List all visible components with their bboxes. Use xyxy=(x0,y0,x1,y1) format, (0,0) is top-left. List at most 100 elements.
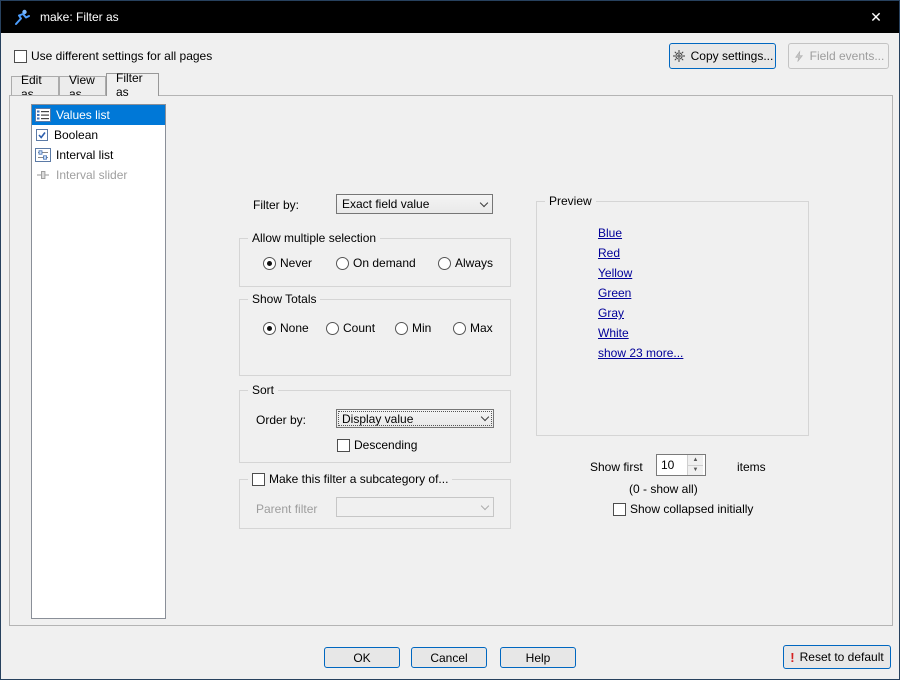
chevron-down-icon xyxy=(476,498,493,516)
radio-min[interactable]: Min xyxy=(395,321,431,335)
list-item-interval-slider[interactable]: Interval slider xyxy=(32,165,165,185)
field-events-button[interactable]: Field events... xyxy=(788,43,889,69)
show-first-spinner[interactable]: ▲ ▼ xyxy=(656,454,706,476)
parent-filter-combo[interactable] xyxy=(336,497,494,517)
preview-link-yellow[interactable]: Yellow xyxy=(598,263,683,283)
radio-count[interactable]: Count xyxy=(326,321,375,335)
spin-buttons: ▲ ▼ xyxy=(687,455,703,475)
show-first-input[interactable] xyxy=(657,455,687,475)
radio-circle xyxy=(263,257,276,270)
preview-link-red[interactable]: Red xyxy=(598,243,683,263)
reset-to-default-button[interactable]: ! Reset to default xyxy=(783,645,891,669)
reset-label: Reset to default xyxy=(800,650,884,664)
boolean-icon xyxy=(35,128,49,142)
filter-by-value: Exact field value xyxy=(337,197,475,211)
subcategory-title-row[interactable]: Make this filter a subcategory of... xyxy=(248,472,452,486)
use-different-settings-label: Use different settings for all pages xyxy=(31,49,212,63)
radio-circle xyxy=(263,322,276,335)
copy-settings-label: Copy settings... xyxy=(691,49,774,63)
tab-view-as[interactable]: View as xyxy=(59,76,106,96)
spin-up-button[interactable]: ▲ xyxy=(688,455,703,466)
parent-filter-label: Parent filter xyxy=(256,502,317,516)
copy-settings-button[interactable]: Copy settings... xyxy=(669,43,776,69)
list-item-label: Values list xyxy=(56,108,110,122)
radio-circle xyxy=(326,322,339,335)
radio-label: Max xyxy=(470,321,493,335)
order-by-value: Display value xyxy=(337,412,476,426)
preview-link-white[interactable]: White xyxy=(598,323,683,343)
radio-on-demand[interactable]: On demand xyxy=(336,256,416,270)
spin-down-icon: ▼ xyxy=(693,467,699,473)
show-collapsed-checkbox[interactable]: Show collapsed initially xyxy=(613,502,753,516)
list-item-values-list[interactable]: Values list xyxy=(32,105,165,125)
show-all-hint: (0 - show all) xyxy=(629,482,698,496)
radio-label: Count xyxy=(343,321,375,335)
radio-label: None xyxy=(280,321,309,335)
radio-none[interactable]: None xyxy=(263,321,309,335)
interval-list-icon xyxy=(35,148,51,162)
filter-by-combo[interactable]: Exact field value xyxy=(336,194,493,214)
descending-checkbox[interactable]: Descending xyxy=(337,438,417,452)
dialog-window: make: Filter as ✕ Use different settings… xyxy=(0,0,900,680)
items-label: items xyxy=(737,460,766,474)
radio-circle xyxy=(453,322,466,335)
radio-label: On demand xyxy=(353,256,416,270)
order-by-combo[interactable]: Display value xyxy=(336,409,494,428)
radio-circle xyxy=(336,257,349,270)
filter-type-list: Values list Boolean Interval list xyxy=(31,104,166,619)
window-title: make: Filter as xyxy=(40,10,119,24)
spin-up-icon: ▲ xyxy=(693,457,699,463)
show-first-label: Show first xyxy=(590,460,643,474)
chevron-down-icon xyxy=(475,195,492,213)
preview-link-gray[interactable]: Gray xyxy=(598,303,683,323)
use-different-settings-checkbox[interactable]: Use different settings for all pages xyxy=(14,49,212,63)
group-title: Allow multiple selection xyxy=(248,231,380,246)
values-list-icon xyxy=(35,108,51,122)
list-item-interval-list[interactable]: Interval list xyxy=(32,145,165,165)
preview-link-green[interactable]: Green xyxy=(598,283,683,303)
radio-circle xyxy=(438,257,451,270)
preview-show-more-link[interactable]: show 23 more... xyxy=(598,343,683,363)
checkbox-box xyxy=(14,50,27,63)
show-collapsed-label: Show collapsed initially xyxy=(630,502,753,516)
group-title: Show Totals xyxy=(248,292,320,307)
field-events-icon xyxy=(793,50,805,63)
filter-by-label: Filter by: xyxy=(253,198,299,212)
close-icon: ✕ xyxy=(870,9,882,26)
group-title: Sort xyxy=(248,383,278,398)
subcategory-checkbox[interactable] xyxy=(252,473,265,486)
tab-label: Filter as xyxy=(116,71,149,99)
radio-circle xyxy=(395,322,408,335)
help-label: Help xyxy=(526,651,551,665)
checkbox-box xyxy=(337,439,350,452)
radio-always[interactable]: Always xyxy=(438,256,493,270)
radio-max[interactable]: Max xyxy=(453,321,493,335)
subcategory-label: Make this filter a subcategory of... xyxy=(269,472,448,486)
cancel-label: Cancel xyxy=(430,651,467,665)
show-totals-group: Show Totals xyxy=(239,299,511,376)
spin-down-button[interactable]: ▼ xyxy=(688,466,703,476)
tab-filter-as[interactable]: Filter as xyxy=(106,73,159,96)
ok-button[interactable]: OK xyxy=(324,647,400,668)
interval-slider-icon xyxy=(35,168,51,182)
group-title: Preview xyxy=(545,194,596,209)
descending-label: Descending xyxy=(354,438,417,452)
field-events-label: Field events... xyxy=(810,49,885,63)
help-button[interactable]: Help xyxy=(500,647,576,668)
preview-list: Blue Red Yellow Green Gray White show 23… xyxy=(598,223,683,363)
radio-never[interactable]: Never xyxy=(263,256,312,270)
list-item-label: Boolean xyxy=(54,128,98,142)
titlebar: make: Filter as ✕ xyxy=(1,1,899,33)
cancel-button[interactable]: Cancel xyxy=(411,647,487,668)
checkbox-box xyxy=(613,503,626,516)
radio-label: Never xyxy=(280,256,312,270)
ok-label: OK xyxy=(353,651,370,665)
list-item-label: Interval slider xyxy=(56,168,127,182)
order-by-label: Order by: xyxy=(256,413,306,427)
tab-edit-as[interactable]: Edit as xyxy=(11,76,59,96)
chevron-down-icon xyxy=(476,410,493,427)
list-item-boolean[interactable]: Boolean xyxy=(32,125,165,145)
close-button[interactable]: ✕ xyxy=(853,1,899,33)
warning-exclamation-icon: ! xyxy=(790,650,794,665)
preview-link-blue[interactable]: Blue xyxy=(598,223,683,243)
